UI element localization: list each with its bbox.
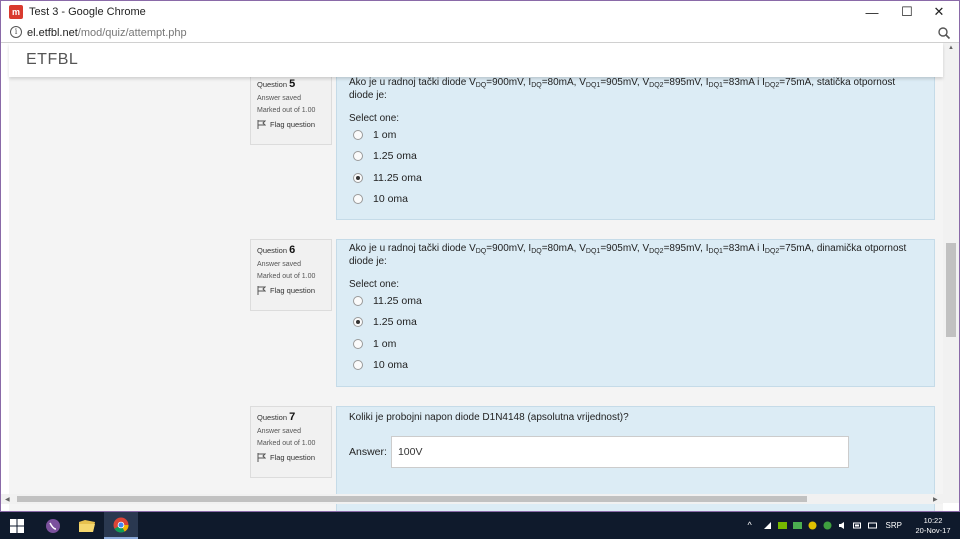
radio-button[interactable]	[353, 151, 363, 162]
question-6-content: Ako je u radnoj tački diode VDQ=900mV, I…	[336, 239, 935, 387]
radio-button[interactable]	[353, 338, 363, 349]
vertical-scrollbar[interactable]: ▲	[943, 43, 959, 503]
info-icon[interactable]: i	[10, 26, 22, 38]
radio-button[interactable]	[353, 129, 363, 140]
windows-icon	[10, 518, 24, 533]
answer-option[interactable]: 10 oma	[349, 189, 922, 211]
chrome-app[interactable]	[104, 512, 138, 539]
show-hidden-icons-icon[interactable]: ^	[748, 521, 757, 530]
folder-icon	[79, 519, 95, 532]
question-7-info: Question 7 Answer saved Marked out of 1.…	[250, 406, 332, 478]
flag-icon	[257, 286, 266, 295]
window-title: Test 3 - Google Chrome	[29, 6, 146, 18]
question-marks: Marked out of 1.00	[257, 107, 316, 114]
question-6-info: Question 6 Answer saved Marked out of 1.…	[250, 239, 332, 311]
zoom-icon[interactable]	[937, 26, 951, 40]
clock-time: 10:22	[923, 515, 943, 525]
volume-icon[interactable]	[838, 521, 847, 530]
security-icon[interactable]	[808, 521, 817, 530]
url-text[interactable]: el.etfbl.net/mod/quiz/attempt.php	[27, 27, 187, 39]
update-icon[interactable]	[823, 521, 832, 530]
horizontal-scroll-thumb[interactable]	[17, 496, 807, 502]
question-status: Answer saved	[257, 428, 301, 435]
browser-window: m Test 3 - Google Chrome — ☐ ✕ i el.etfb…	[0, 0, 960, 512]
url-path: /mod/quiz/attempt.php	[77, 27, 187, 39]
minimize-button[interactable]: —	[855, 1, 889, 23]
language-indicator[interactable]: SRP	[886, 521, 902, 530]
viber-app[interactable]	[36, 512, 70, 539]
nvidia-icon[interactable]	[777, 521, 787, 530]
answer-option[interactable]: 10 oma	[349, 355, 922, 377]
flag-label: Flag question	[270, 286, 316, 295]
radio-button[interactable]	[353, 295, 363, 306]
radio-button[interactable]	[353, 360, 363, 371]
question-number: Question 7	[257, 411, 296, 423]
flag-label: Flag question	[270, 453, 316, 462]
start-button[interactable]	[0, 512, 34, 539]
maximize-button[interactable]: ☐	[890, 1, 924, 23]
question-text: Ako je u radnoj tački diode VDQ=900mV, I…	[349, 243, 907, 267]
question-5-content: Ako je u radnoj tački diode VDQ=900mV, I…	[336, 73, 935, 220]
title-bar[interactable]: m Test 3 - Google Chrome — ☐ ✕	[1, 1, 959, 23]
battery-icon[interactable]	[852, 521, 862, 530]
select-one-label: Select one:	[349, 113, 400, 124]
question-marks: Marked out of 1.00	[257, 273, 316, 280]
answer-option[interactable]: 11.25 oma	[349, 290, 922, 312]
flag-label: Flag question	[270, 120, 316, 129]
close-button[interactable]: ✕	[922, 1, 956, 23]
select-one-label: Select one:	[349, 279, 400, 290]
viber-icon	[46, 518, 60, 533]
answer-row: Answer: 100V	[349, 436, 922, 468]
answer-option[interactable]: 1 om	[349, 333, 922, 355]
answer-label: Answer:	[349, 446, 387, 458]
horizontal-scrollbar[interactable]: ◀ ▶	[1, 494, 943, 504]
question-text: Ako je u radnoj tački diode VDQ=900mV, I…	[349, 77, 896, 101]
radio-button-selected[interactable]	[353, 317, 363, 328]
chrome-icon	[113, 517, 129, 532]
vertical-scroll-thumb[interactable]	[946, 243, 956, 337]
question-status: Answer saved	[257, 261, 301, 268]
site-brand[interactable]: ETFBL	[26, 51, 78, 69]
answer-option[interactable]: 1 om	[349, 124, 922, 146]
app-tray-icon[interactable]	[792, 521, 802, 530]
flag-question-button[interactable]: Flag question	[257, 453, 325, 462]
url-host: el.etfbl.net	[27, 27, 78, 39]
clock-date: 20-Nov-17	[915, 525, 951, 535]
file-explorer-app[interactable]	[70, 512, 104, 539]
radio-button[interactable]	[353, 194, 363, 205]
question-number: Question 5	[257, 78, 296, 90]
scroll-left-arrow[interactable]: ◀	[5, 496, 10, 503]
answer-option[interactable]: 1.25 oma	[349, 312, 922, 334]
address-bar[interactable]: i el.etfbl.net/mod/quiz/attempt.php	[1, 23, 959, 43]
answer-option[interactable]: 1.25 oma	[349, 146, 922, 168]
site-header: ETFBL	[9, 43, 943, 77]
question-number: Question 6	[257, 244, 296, 256]
flag-icon	[257, 453, 266, 462]
question-status: Answer saved	[257, 95, 301, 102]
scroll-right-arrow[interactable]: ▶	[933, 496, 938, 503]
answer-option[interactable]: 11.25 oma	[349, 167, 922, 189]
answer-input[interactable]: 100V	[390, 436, 849, 468]
system-tray: ^ SRP 10:22 20-Nov-17	[745, 512, 960, 539]
keyboard-icon[interactable]	[867, 521, 877, 530]
page-viewport: ETFBL Question 5 Answer saved Marked out…	[1, 43, 959, 511]
wifi-icon[interactable]	[763, 521, 772, 530]
flag-icon	[257, 120, 266, 129]
flag-question-button[interactable]: Flag question	[257, 120, 325, 129]
radio-button-selected[interactable]	[353, 172, 363, 183]
flag-question-button[interactable]: Flag question	[257, 286, 325, 295]
taskbar: ^ SRP 10:22 20-Nov-17	[0, 512, 960, 539]
question-marks: Marked out of 1.00	[257, 440, 316, 447]
scroll-up-arrow[interactable]: ▲	[948, 45, 954, 51]
question-text: Koliki je probojni napon diode D1N4148 (…	[349, 412, 629, 423]
question-5-info: Question 5 Answer saved Marked out of 1.…	[250, 73, 332, 145]
clock[interactable]: 10:22 20-Nov-17	[912, 516, 954, 536]
moodle-app-icon: m	[9, 5, 23, 19]
